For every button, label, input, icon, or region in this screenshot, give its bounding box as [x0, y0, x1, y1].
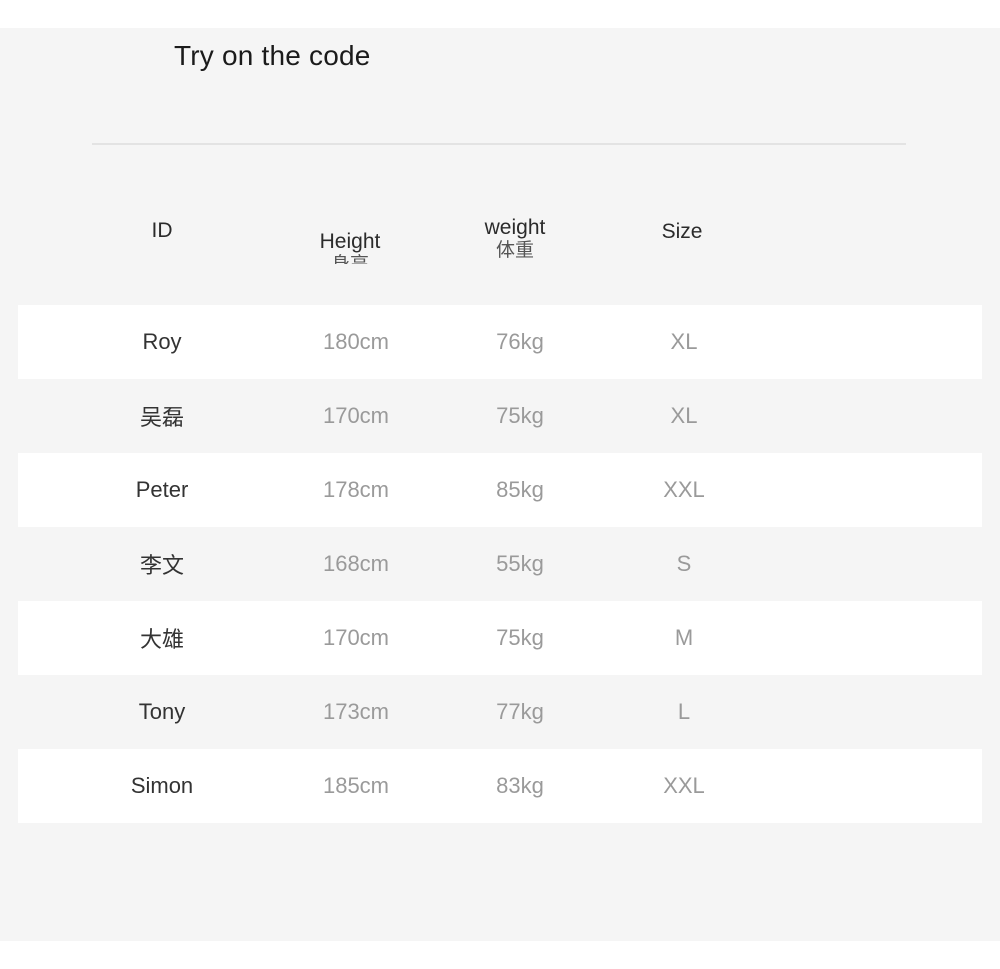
table-cell-height: 170cm [322, 625, 390, 650]
table-cell-id: Roy [142, 329, 182, 354]
table-cell-size: XXL [663, 773, 705, 798]
column-header-id: ID [87, 220, 237, 244]
bottom-margin-strip [0, 941, 1000, 969]
table-row[interactable]: Roy 180cm 76kg XL [18, 305, 982, 379]
column-header-height-label: Height [319, 230, 381, 253]
table-cell-height: 180cm [322, 329, 390, 354]
table-row[interactable]: 大雄 170cm 75kg M [18, 601, 982, 675]
table-body: Roy 180cm 76kg XL 吴磊 170cm 75kg XL Peter 178cm 85k… [18, 305, 982, 823]
table-cell-weight: 75kg [496, 625, 544, 650]
table-row[interactable]: 吴磊 170cm 75kg XL [18, 379, 982, 453]
table-cell-id: 李文 [139, 553, 184, 578]
page-title: Try on the code [174, 40, 371, 71]
table-cell-size: L [677, 699, 691, 724]
column-header-size: Size [607, 221, 757, 245]
top-margin-strip [0, 0, 1000, 28]
column-header-height-sublabel: 身高 [275, 255, 425, 264]
table-cell-size: S [676, 551, 692, 576]
column-header-id-label: ID [151, 219, 173, 242]
column-header-weight: weight 体重 [440, 217, 590, 260]
table-cell-size: XL [670, 403, 698, 428]
table-cell-height: 170cm [322, 403, 390, 428]
table-cell-weight: 76kg [496, 329, 544, 354]
column-header-weight-sublabel: 体重 [495, 240, 534, 261]
table-row[interactable]: Simon 185cm 83kg XXL [18, 749, 982, 823]
table-cell-height: 185cm [322, 773, 390, 798]
title-divider [92, 143, 906, 145]
table-cell-weight: 77kg [496, 699, 544, 724]
table-cell-size: XXL [663, 477, 705, 502]
table-row[interactable]: Tony 173cm 77kg L [18, 675, 982, 749]
column-header-size-label: Size [661, 220, 703, 243]
table-header-row: ID Height 身高 weight 体重 Size [18, 200, 982, 264]
table-cell-height: 168cm [322, 551, 390, 576]
table-cell-size: XL [670, 329, 698, 354]
column-header-weight-label: weight [484, 216, 546, 239]
table-cell-weight: 85kg [496, 477, 544, 502]
table-row[interactable]: Peter 178cm 85kg XXL [18, 453, 982, 527]
table-cell-weight: 75kg [496, 403, 544, 428]
table-cell-id: Tony [138, 699, 186, 724]
table-cell-height: 173cm [322, 699, 390, 724]
table-row[interactable]: 李文 168cm 55kg S [18, 527, 982, 601]
table-cell-id: 吴磊 [139, 405, 184, 430]
table-cell-id: Simon [130, 773, 194, 798]
table-cell-height: 178cm [322, 477, 390, 502]
table-cell-id: 大雄 [139, 627, 184, 652]
table-cell-id: Peter [135, 477, 189, 502]
table-cell-weight: 83kg [496, 773, 544, 798]
table-cell-weight: 55kg [496, 551, 544, 576]
table-cell-size: M [674, 625, 694, 650]
column-header-height: Height 身高 [275, 231, 425, 264]
